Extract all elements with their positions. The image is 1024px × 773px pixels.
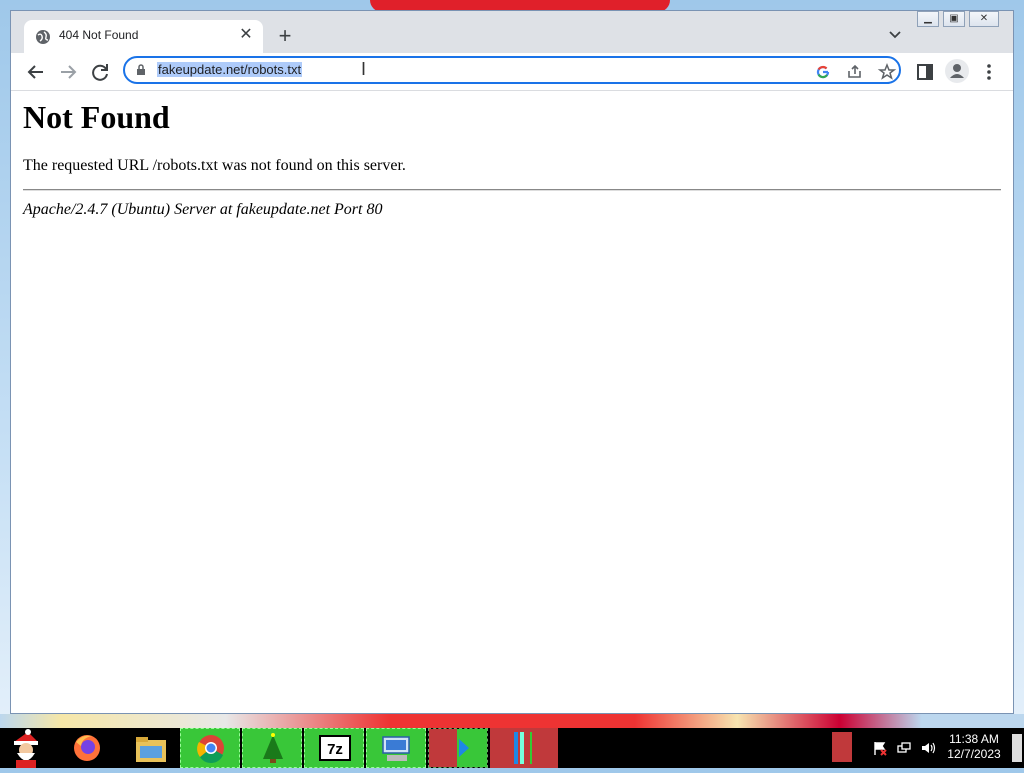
- 7zip-icon: 7z: [319, 735, 351, 761]
- network-icon[interactable]: [896, 740, 912, 756]
- forward-icon[interactable]: [54, 58, 82, 86]
- taskbar-chrome[interactable]: [180, 728, 240, 768]
- media-icon: [429, 729, 487, 767]
- start-button[interactable]: [4, 728, 48, 768]
- lock-icon[interactable]: [135, 64, 147, 76]
- star-icon[interactable]: [877, 62, 897, 82]
- globe-icon: [36, 30, 50, 44]
- server-signature: Apache/2.4.7 (Ubuntu) Server at fakeupda…: [23, 201, 383, 218]
- taskbar-keyboard-app[interactable]: [366, 728, 426, 768]
- app-icon: [490, 728, 558, 768]
- browser-window: 404 Not Found ✕ + ▁ ▣ ✕ fakeupdate.net/r…: [10, 10, 1014, 714]
- address-bar[interactable]: fakeupdate.net/robots.txt I: [123, 56, 901, 84]
- new-tab-button[interactable]: +: [273, 25, 297, 49]
- flag-icon[interactable]: [872, 740, 888, 756]
- svg-text:7z: 7z: [327, 741, 343, 758]
- taskbar-media-app[interactable]: [428, 728, 488, 768]
- close-window-button[interactable]: ✕: [969, 11, 999, 27]
- clock-time: 11:38 AM: [949, 732, 999, 746]
- google-icon[interactable]: [813, 62, 833, 82]
- profile-avatar[interactable]: [945, 59, 969, 83]
- firefox-icon: [74, 735, 100, 761]
- taskbar-tree-app[interactable]: [242, 728, 302, 768]
- christmas-tree-icon: [263, 733, 283, 763]
- person-icon: [950, 64, 964, 78]
- taskbar: 7z 11:38 AM 12/7/2023: [0, 728, 1024, 768]
- clock-date: 12/7/2023: [947, 747, 1001, 761]
- tray-app-icon[interactable]: [832, 732, 852, 762]
- page-title: Not Found: [23, 99, 170, 135]
- text-cursor-icon: I: [361, 59, 367, 79]
- page-content: Not Found The requested URL /robots.txt …: [11, 91, 1013, 713]
- volume-icon[interactable]: [920, 740, 936, 756]
- divider: [23, 189, 1001, 191]
- santa-icon: [14, 729, 38, 768]
- side-panel-icon[interactable]: [913, 60, 937, 84]
- url-text[interactable]: fakeupdate.net/robots.txt: [157, 62, 303, 77]
- folder-icon: [136, 737, 166, 762]
- taskbar-7zip[interactable]: 7z: [304, 728, 364, 768]
- show-desktop-button[interactable]: [1012, 734, 1022, 762]
- tab-title: 404 Not Found: [59, 28, 139, 42]
- reload-icon[interactable]: [86, 58, 114, 86]
- taskbar-misc-app[interactable]: [490, 728, 558, 768]
- chevron-down-icon[interactable]: [885, 25, 905, 45]
- maximize-button[interactable]: ▣: [943, 11, 965, 27]
- tab-strip: 404 Not Found ✕ + ▁ ▣ ✕: [11, 11, 1013, 53]
- tab-404[interactable]: 404 Not Found ✕: [24, 20, 263, 53]
- error-message: The requested URL /robots.txt was not fo…: [23, 157, 406, 174]
- browser-toolbar: fakeupdate.net/robots.txt I: [11, 53, 1013, 91]
- back-icon[interactable]: [22, 58, 50, 86]
- close-tab-icon[interactable]: ✕: [235, 24, 257, 46]
- minimize-button[interactable]: ▁: [917, 11, 939, 27]
- wallpaper-bottom: [0, 714, 1024, 728]
- chrome-icon: [197, 735, 224, 764]
- share-icon[interactable]: [845, 62, 865, 82]
- kebab-menu-icon[interactable]: [977, 60, 1001, 84]
- keyboard-icon: [382, 736, 410, 761]
- taskbar-file-explorer[interactable]: [130, 728, 174, 768]
- taskbar-firefox[interactable]: [68, 728, 106, 768]
- system-clock[interactable]: 11:38 AM 12/7/2023: [944, 732, 1004, 762]
